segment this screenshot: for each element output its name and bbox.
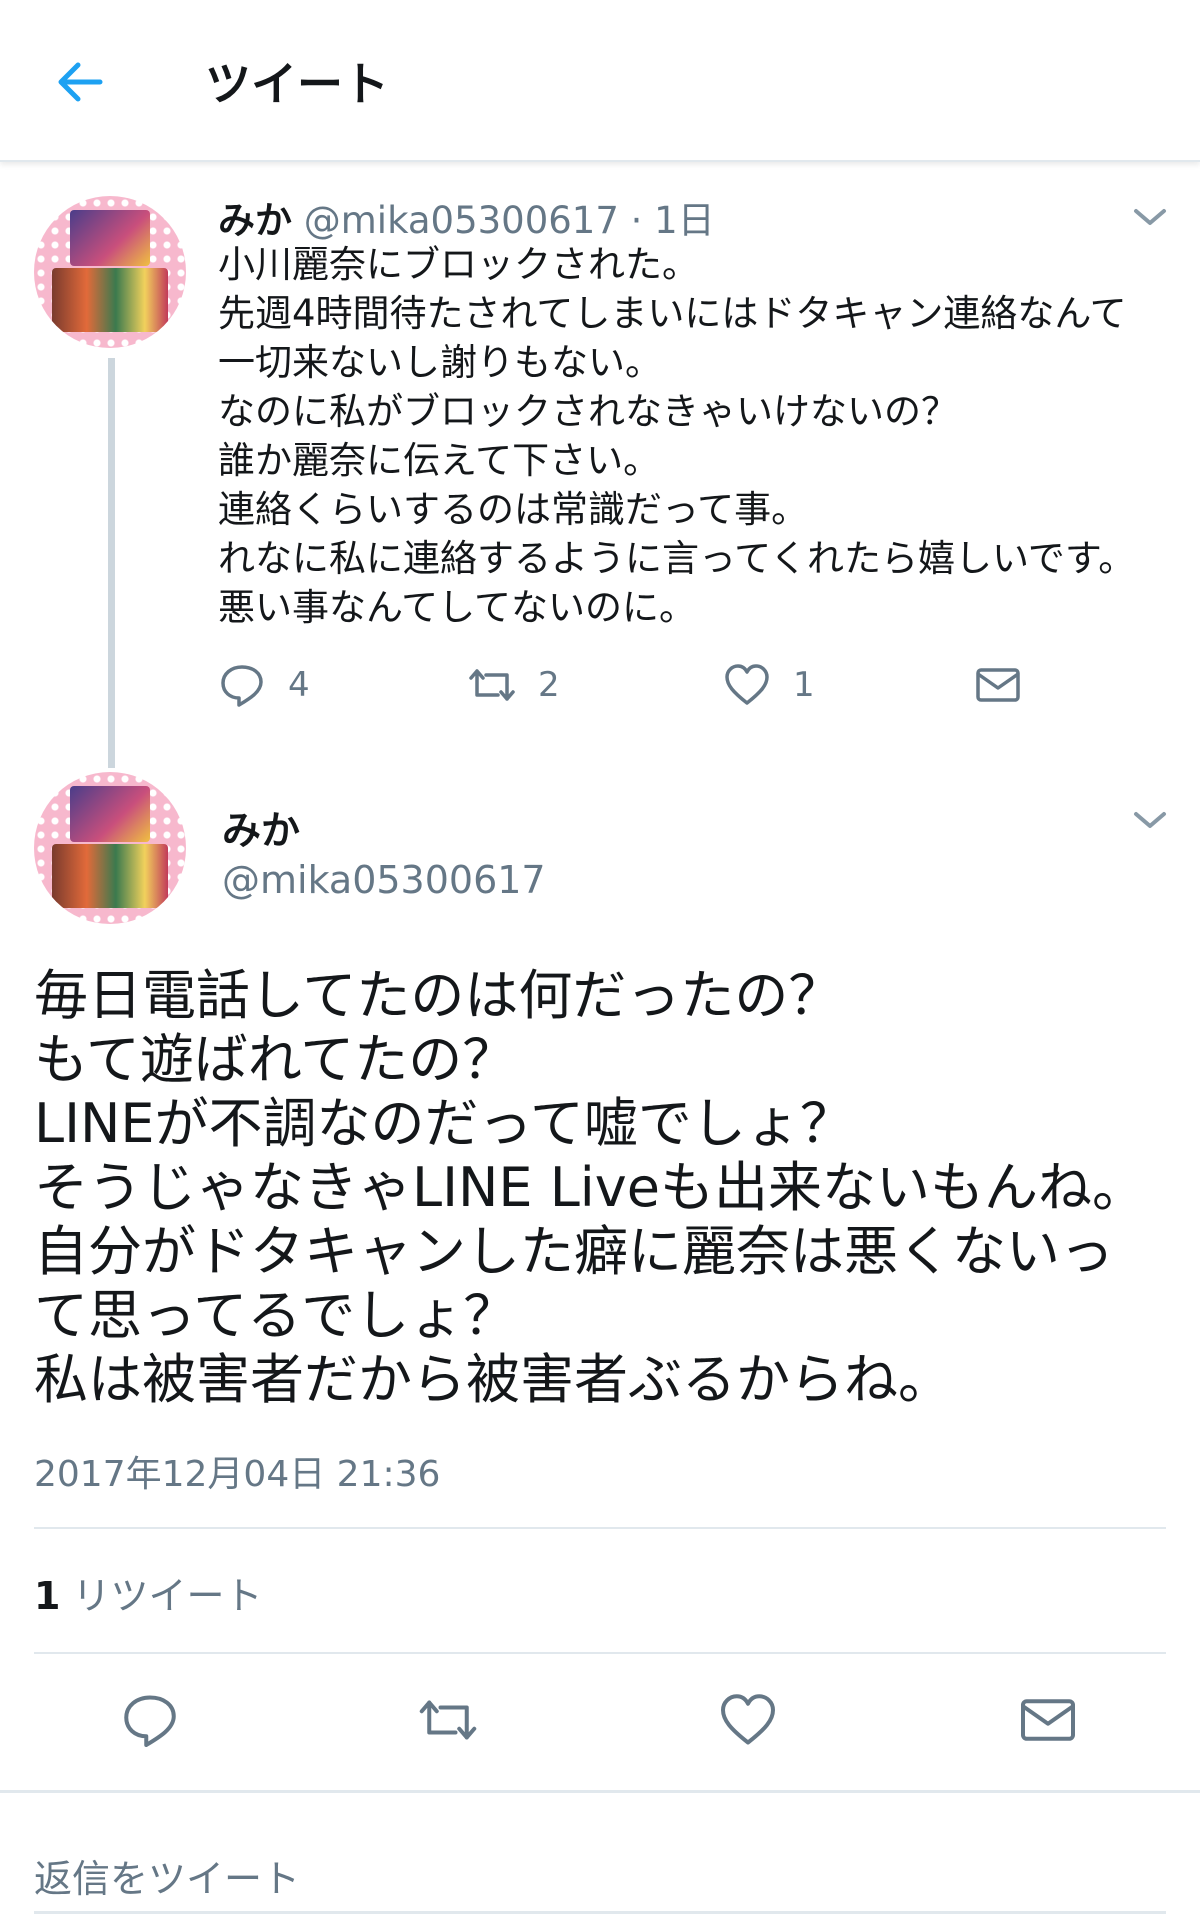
separator: · — [630, 199, 643, 242]
tweet-line: 一切来ないし謝りもない。 — [218, 341, 662, 384]
tweet-line: 誰か麗奈に伝えて下さい。 — [218, 439, 661, 482]
avatar[interactable] — [34, 772, 186, 924]
tweet-actions: 4 2 1 — [218, 655, 1058, 715]
arrow-left-icon — [58, 62, 103, 102]
retweet-icon — [469, 669, 515, 701]
chevron-down-icon — [1134, 812, 1166, 828]
thread-line — [108, 358, 115, 768]
retweet-button[interactable] — [418, 1690, 478, 1750]
tweet-line: 先週4時間待たされてしまいにはドタキャン連絡なんて — [218, 292, 1127, 335]
reply-composer: 返信をツイート — [0, 1790, 1200, 1923]
tweet-timestamp: 2017年12月04日 21:36 — [34, 1454, 441, 1495]
reply-count: 4 — [288, 665, 310, 705]
tweet-line: 連絡くらいするのは常識だって事。 — [218, 488, 809, 531]
tweet-line: 悪い事なんてしてないのに。 — [218, 586, 697, 629]
reply-input[interactable]: 返信をツイート — [34, 1848, 300, 1903]
page-title: ツイート — [205, 57, 389, 111]
retweet-total: 1 — [34, 1574, 61, 1618]
retweet-label: リツイート — [72, 1574, 263, 1618]
tweet-actions — [0, 1690, 1200, 1760]
like-button[interactable]: 1 — [723, 655, 815, 715]
heart-icon — [725, 664, 769, 705]
tweet-line: もて遊ばれてたの？ — [34, 1028, 517, 1091]
back-button[interactable] — [50, 52, 110, 112]
tweet-line: れなに私に連絡するように言ってくれたら嬉しいです。 — [218, 537, 1136, 580]
tweet-line: なのに私がブロックされなきゃいけないの？ — [218, 390, 958, 433]
author-name[interactable]: みか — [222, 800, 300, 856]
like-button[interactable] — [718, 1690, 778, 1750]
tweet-line: て思ってるでしょ？ — [34, 1284, 518, 1347]
mail-icon — [976, 668, 1020, 702]
chevron-down-icon — [1134, 209, 1166, 225]
like-count: 1 — [793, 665, 815, 705]
avatar[interactable] — [34, 196, 186, 348]
tweet-header: みか @mika05300617 · 1日 — [218, 190, 715, 244]
reply-icon — [124, 1695, 176, 1747]
author-handle[interactable]: @mika05300617 — [304, 199, 619, 242]
tweet-line: そうじゃなきゃLINE Liveも出来ないもんね。 — [34, 1156, 1146, 1219]
tweet-line: 毎日電話してたのは何だったの？ — [34, 964, 843, 1027]
retweet-icon — [419, 1700, 477, 1740]
tweet-line: 私は被害者だから被害者ぶるからね。 — [34, 1348, 952, 1411]
retweet-count: 2 — [538, 665, 560, 705]
retweet-stats[interactable]: 1 リツイート — [34, 1565, 262, 1620]
tweet-line: 小川麗奈にブロックされた。 — [218, 243, 699, 286]
reply-input-underline — [34, 1911, 1166, 1914]
heart-icon — [721, 1694, 775, 1745]
mail-icon — [1021, 1699, 1075, 1741]
tweet-line: 自分がドタキャンした癖に麗奈は悪くないっ — [34, 1220, 1114, 1283]
author-name[interactable]: みか — [218, 199, 292, 242]
direct-message-button[interactable] — [1018, 1690, 1078, 1750]
top-bar: ツイート — [0, 0, 1200, 162]
tweet-time: 1日 — [654, 199, 715, 242]
tweet-line: LINEが不調なのだって嘘でしょ？ — [34, 1092, 854, 1155]
reply-icon — [221, 665, 263, 707]
tweet-menu-button[interactable] — [1130, 808, 1170, 832]
retweet-button[interactable]: 2 — [468, 655, 560, 715]
direct-message-button[interactable] — [974, 655, 1022, 715]
tweet-menu-button[interactable] — [1130, 205, 1170, 229]
divider — [34, 1527, 1166, 1529]
author-handle[interactable]: @mika05300617 — [222, 858, 546, 902]
divider — [34, 1652, 1166, 1654]
tweet-text: 小川麗奈にブロックされた。 先週4時間待たされてしまいにはドタキャン連絡なんて … — [218, 240, 1178, 632]
reply-button[interactable] — [120, 1690, 180, 1750]
tweet-text: 毎日電話してたのは何だったの？ もて遊ばれてたの？ LINEが不調なのだって嘘で… — [34, 964, 1184, 1412]
reply-button[interactable]: 4 — [218, 655, 310, 715]
